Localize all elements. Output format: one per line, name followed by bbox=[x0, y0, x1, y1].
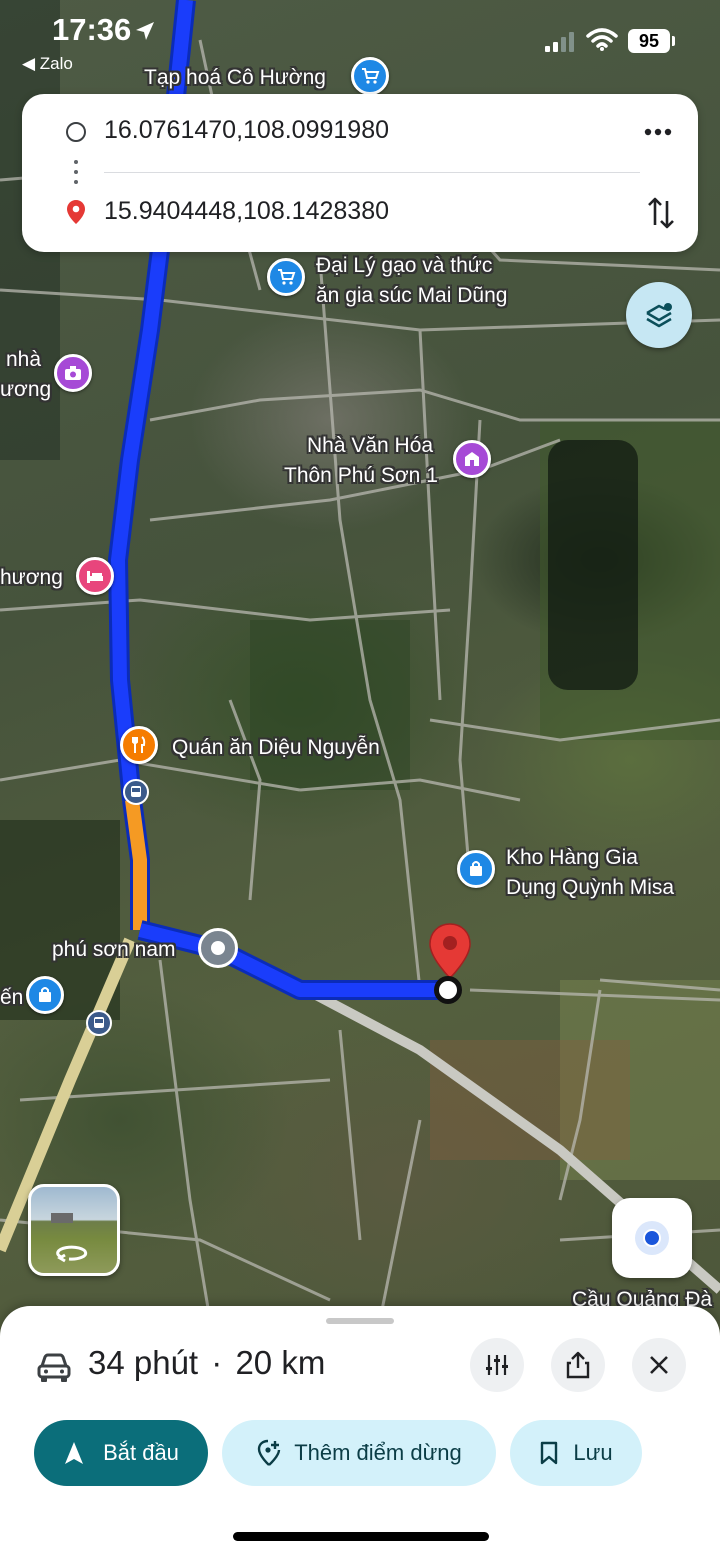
sheet-drag-handle[interactable] bbox=[326, 1318, 394, 1324]
divider bbox=[104, 172, 640, 173]
destination-marker-icon bbox=[67, 200, 85, 224]
map-label-en[interactable]: ến bbox=[0, 984, 23, 1012]
map-label-warehouse-2[interactable]: Dụng Quỳnh Misa bbox=[506, 874, 674, 902]
map-label-restaurant[interactable]: Quán ăn Diệu Nguyễn bbox=[172, 734, 380, 762]
route-end-marker bbox=[434, 976, 462, 1004]
my-location-button[interactable] bbox=[612, 1198, 692, 1278]
camera-icon[interactable] bbox=[54, 354, 92, 392]
location-arrow-icon bbox=[136, 22, 154, 40]
bookmark-icon bbox=[541, 1441, 558, 1465]
origin-circle-icon bbox=[66, 122, 86, 142]
shopping-bag-icon[interactable] bbox=[26, 976, 64, 1014]
my-location-icon bbox=[635, 1221, 669, 1255]
map-label-nha-2[interactable]: ương bbox=[0, 376, 51, 404]
map-label-rice-store-2[interactable]: ăn gia súc Mai Dũng bbox=[316, 282, 507, 310]
signal-icon bbox=[545, 32, 574, 52]
start-button-label: Bắt đầu bbox=[103, 1440, 179, 1465]
share-icon bbox=[566, 1351, 590, 1379]
route-distance: 20 km bbox=[235, 1344, 326, 1381]
close-icon bbox=[650, 1356, 668, 1374]
route-summary: 34 phút · 20 km bbox=[88, 1344, 325, 1382]
street-view-thumbnail[interactable] bbox=[28, 1184, 120, 1276]
bus-stop-icon[interactable] bbox=[86, 1010, 112, 1036]
save-label: Lưu bbox=[573, 1440, 613, 1465]
more-icon[interactable] bbox=[642, 122, 674, 142]
origin-row[interactable]: 16.0761470,108.0991980 bbox=[22, 102, 698, 162]
waypoint-icon[interactable] bbox=[198, 928, 238, 968]
destination-field[interactable]: 15.9404448,108.1428380 bbox=[104, 197, 389, 226]
shopping-bag-icon[interactable] bbox=[457, 850, 495, 888]
layers-icon bbox=[646, 303, 672, 328]
street-view-rotate-icon bbox=[51, 1213, 88, 1263]
map-label-culture-house-2[interactable]: Thôn Phú Sơn 1 bbox=[284, 462, 438, 490]
route-bottom-sheet: 34 phút · 20 km Bắt đầu Thêm điểm dừng L… bbox=[0, 1306, 720, 1557]
home-indicator[interactable] bbox=[233, 1532, 489, 1541]
add-stop-icon bbox=[258, 1439, 281, 1466]
map-label-nha[interactable]: nhà bbox=[6, 346, 41, 374]
start-button[interactable]: Bắt đầu bbox=[34, 1420, 208, 1486]
route-separator: · bbox=[211, 1344, 223, 1381]
navigation-icon bbox=[65, 1442, 84, 1464]
battery-tip bbox=[672, 36, 675, 46]
route-options-button[interactable] bbox=[470, 1338, 524, 1392]
close-button[interactable] bbox=[632, 1338, 686, 1392]
clock: 17:36 bbox=[52, 12, 132, 47]
layers-button[interactable] bbox=[626, 282, 692, 348]
save-button[interactable]: Lưu bbox=[510, 1420, 642, 1486]
hotel-icon[interactable] bbox=[76, 557, 114, 595]
car-icon bbox=[37, 1353, 71, 1382]
directions-card: 16.0761470,108.0991980 15.9404448,108.14… bbox=[22, 94, 698, 252]
add-stop-label: Thêm điểm dừng bbox=[294, 1440, 462, 1465]
map-label-phu-son-nam[interactable]: phú sơn nam bbox=[52, 936, 176, 964]
restaurant-icon[interactable] bbox=[120, 726, 158, 764]
back-to-app-link[interactable]: ◀ Zalo bbox=[22, 54, 73, 74]
bus-stop-icon[interactable] bbox=[123, 779, 149, 805]
building-icon[interactable] bbox=[453, 440, 491, 478]
route-duration: 34 phút bbox=[88, 1344, 199, 1381]
map-label-rice-store[interactable]: Đại Lý gạo và thức bbox=[316, 252, 492, 280]
swap-icon[interactable] bbox=[646, 195, 676, 231]
map-label-culture-house[interactable]: Nhà Văn Hóa bbox=[307, 432, 433, 460]
share-button[interactable] bbox=[551, 1338, 605, 1392]
wifi-icon bbox=[586, 28, 618, 51]
destination-row[interactable]: 15.9404448,108.1428380 bbox=[22, 183, 698, 243]
status-bar: 17:36 ◀ Zalo 95 bbox=[0, 0, 720, 90]
map-label-warehouse[interactable]: Kho Hàng Gia bbox=[506, 844, 638, 872]
cart-icon[interactable] bbox=[267, 258, 305, 296]
add-stop-button[interactable]: Thêm điểm dừng bbox=[222, 1420, 496, 1486]
map-label-huong[interactable]: hương bbox=[0, 564, 63, 592]
origin-field[interactable]: 16.0761470,108.0991980 bbox=[104, 116, 389, 145]
battery-indicator: 95 bbox=[628, 29, 670, 53]
options-icon bbox=[486, 1355, 508, 1375]
